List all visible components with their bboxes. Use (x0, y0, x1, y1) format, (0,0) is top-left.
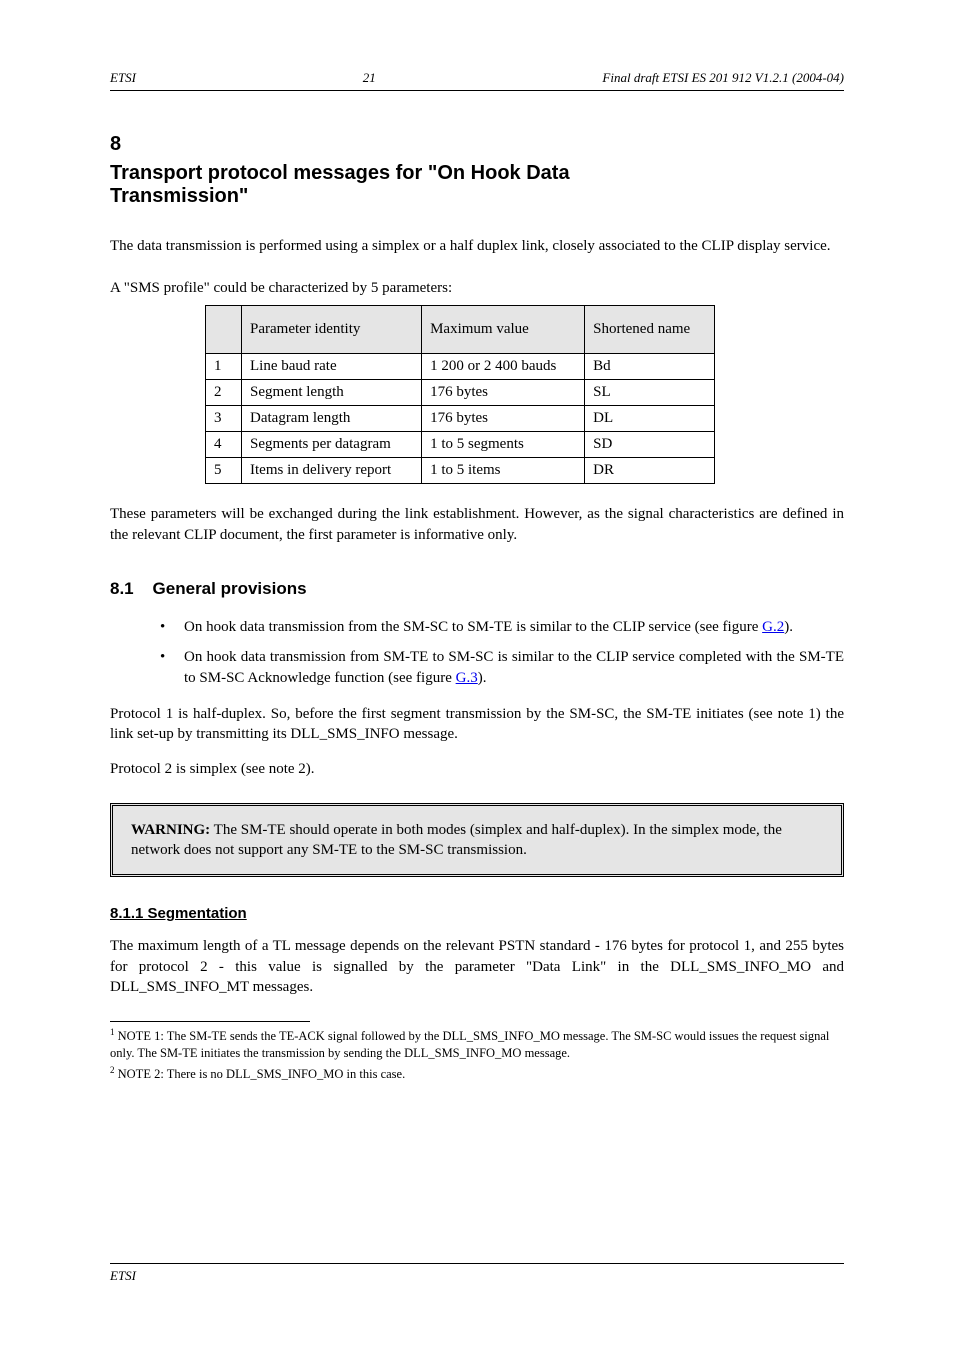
section-number: 8 (110, 133, 844, 156)
profile-parameters-table: Parameter identity Maximum value Shorten… (205, 305, 715, 484)
list-item: On hook data transmission from SM-TE to … (110, 647, 844, 691)
table-row: 2 Segment length 176 bytes SL (206, 380, 715, 406)
section-intro: The data transmission is performed using… (110, 236, 844, 256)
table-row: 3 Datagram length 176 bytes DL (206, 406, 715, 432)
footnote-separator (110, 1021, 310, 1022)
subsection-title: 8.1 General provisions (110, 579, 844, 599)
footnote: 2 NOTE 2: There is no DLL_SMS_INFO_MO in… (110, 1064, 844, 1083)
bullet-list: On hook data transmission from the SM-SC… (110, 617, 844, 690)
page-header: ETSI 21 Final draft ETSI ES 201 912 V1.2… (110, 70, 844, 91)
table-row: 4 Segments per datagram 1 to 5 segments … (206, 432, 715, 458)
protocol2-paragraph: Protocol 2 is simplex (see note 2). (110, 759, 844, 779)
segmentation-paragraph: The maximum length of a TL message depen… (110, 936, 844, 997)
warning-box: WARNING: The SM-TE should operate in bot… (110, 803, 844, 878)
table-row: 1 Line baud rate 1 200 or 2 400 bauds Bd (206, 354, 715, 380)
header-center: 21 (363, 70, 376, 86)
footer-left: ETSI (110, 1268, 136, 1284)
table-row: 5 Items in delivery report 1 to 5 items … (206, 458, 715, 484)
warning-label: WARNING: (131, 822, 210, 838)
header-left: ETSI (110, 70, 136, 86)
protocol1-paragraph: Protocol 1 is half-duplex. So, before th… (110, 704, 844, 745)
table-caption: A "SMS profile" could be characterized b… (110, 280, 844, 297)
header-right: Final draft ETSI ES 201 912 V1.2.1 (2004… (602, 70, 844, 86)
list-item: On hook data transmission from the SM-SC… (110, 617, 844, 639)
subsubsection-title: 8.1.1 Segmentation (110, 905, 844, 922)
col-header-max: Maximum value (422, 306, 585, 354)
after-table-paragraph: These parameters will be exchanged durin… (110, 504, 844, 545)
figure-link-g2[interactable]: G.2 (762, 619, 784, 635)
page-footer: ETSI (110, 1263, 844, 1284)
col-header-short: Shortened name (585, 306, 715, 354)
footnote: 1 NOTE 1: The SM-TE sends the TE-ACK sig… (110, 1026, 844, 1062)
section-title: Transport protocol messages for "On Hook… (110, 162, 844, 208)
col-header-identity: Parameter identity (242, 306, 422, 354)
figure-link-g3[interactable]: G.3 (456, 670, 478, 686)
warning-text: The SM-TE should operate in both modes (… (131, 822, 782, 858)
